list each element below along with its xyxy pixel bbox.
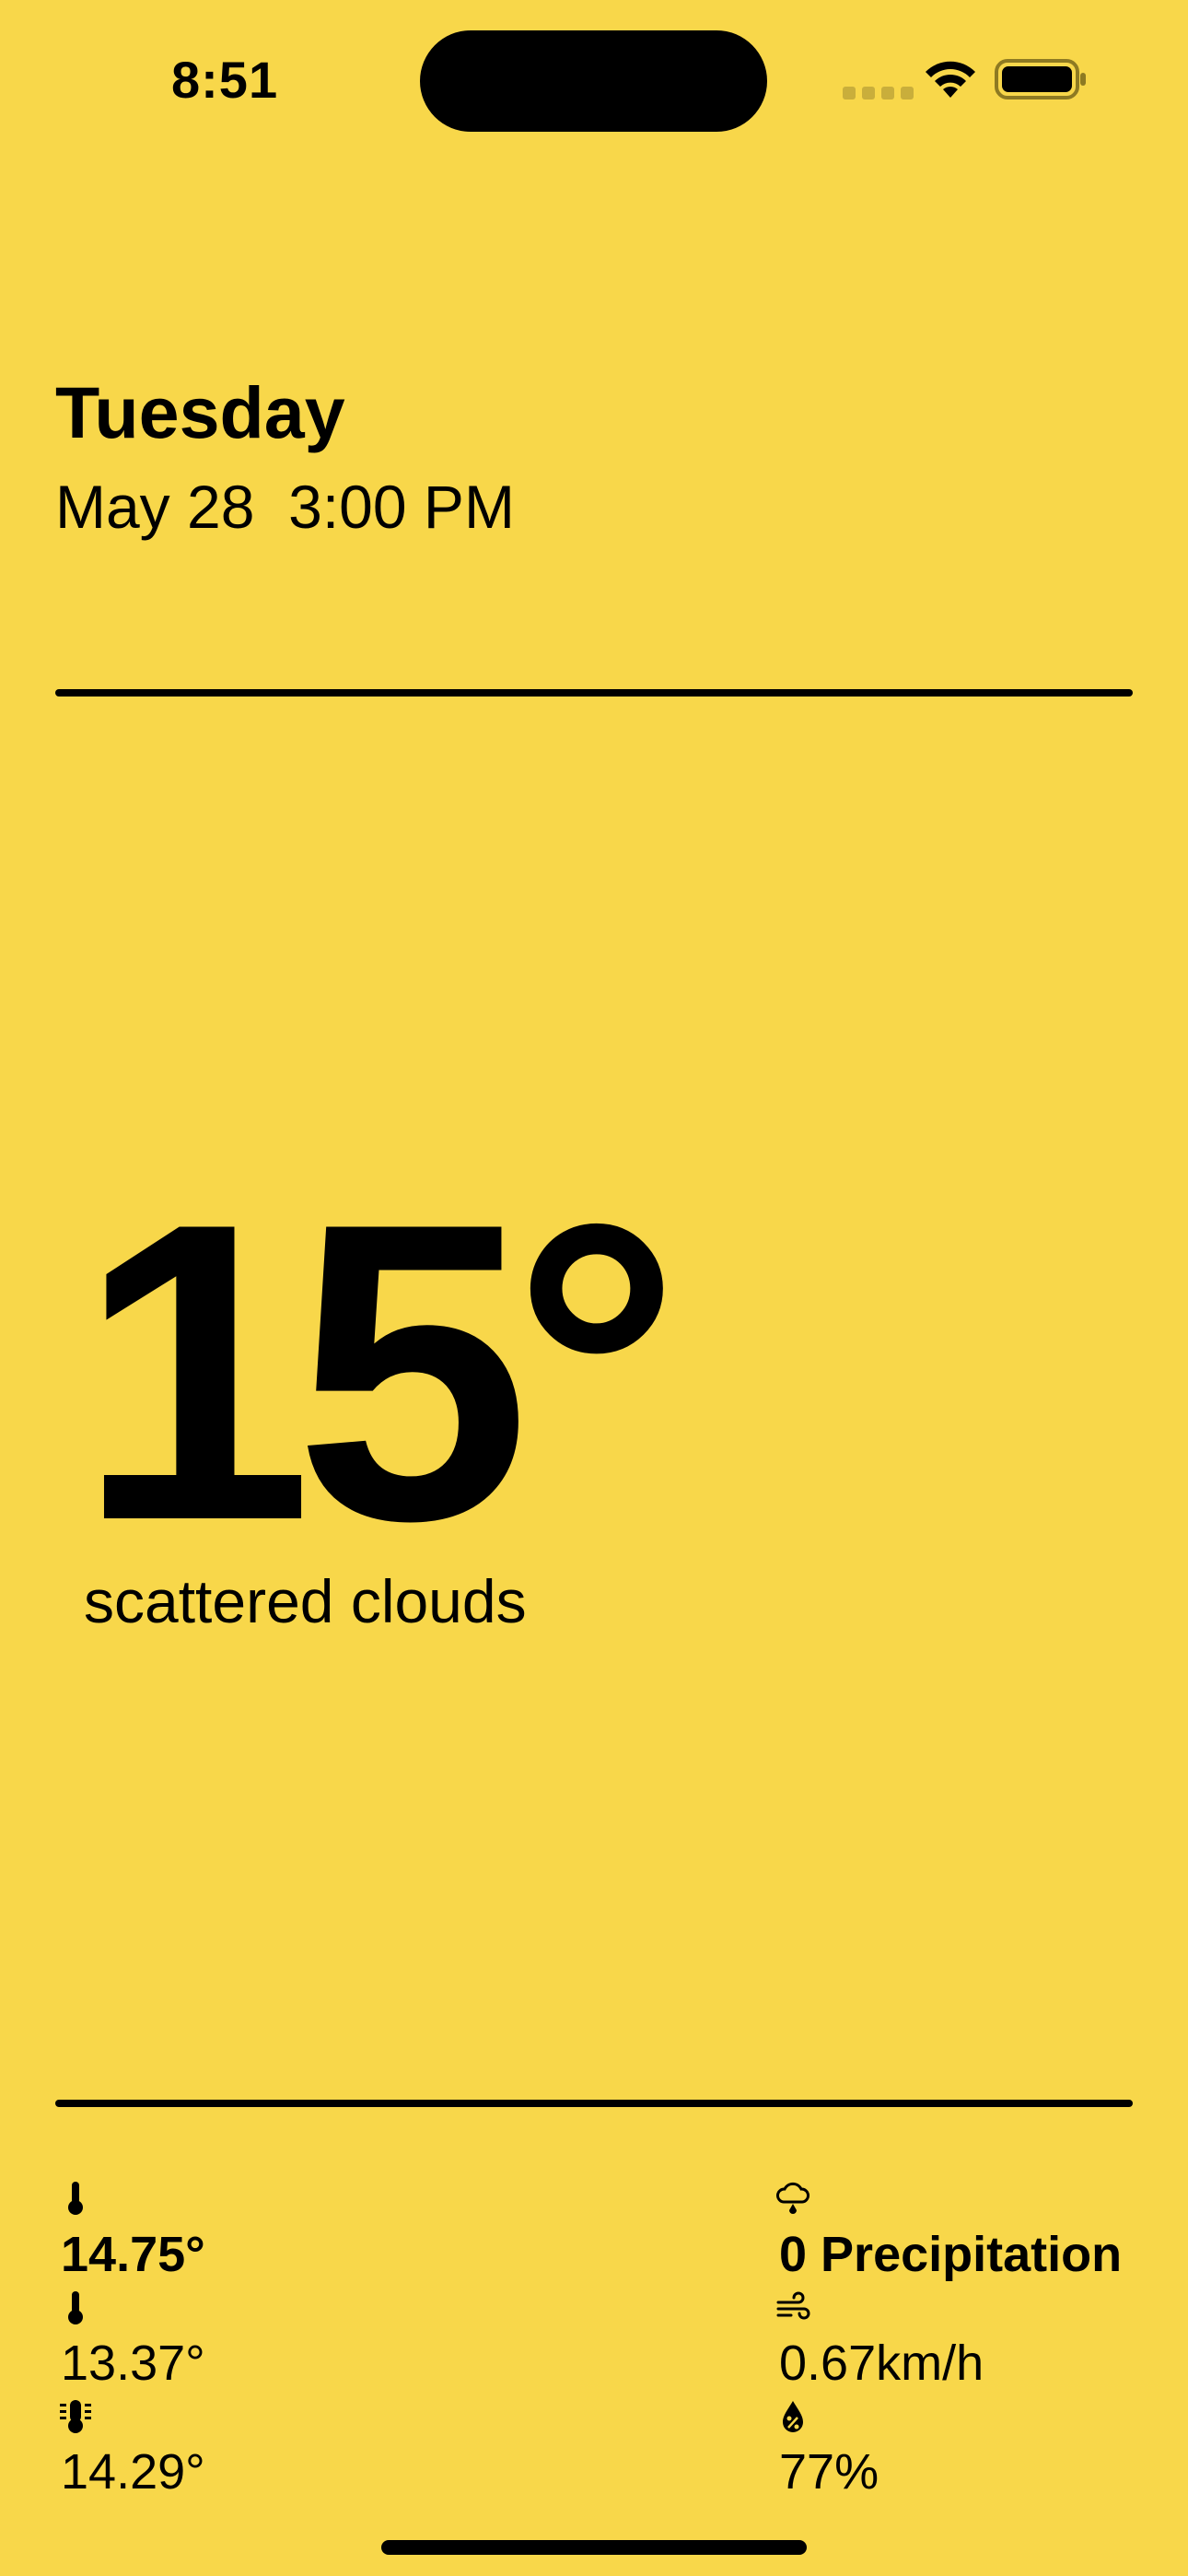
time-text: 3:00 PM [288,473,515,541]
temperature-min-value: 13.37° [61,2336,205,2391]
date-text: May 28 [55,473,255,541]
humidity-value: 77% [779,2444,879,2500]
weather-condition: scattered clouds [84,1567,527,1635]
cloud-rain-icon [776,2182,809,2214]
battery-icon [995,59,1086,100]
cellular-signal-icon [843,87,914,100]
status-time: 8:51 [171,51,279,109]
thermometer-feels-like-icon [60,2400,91,2433]
thermometer-low-icon [68,2291,83,2324]
weather-screen: 8:51 Tuesday May 28 3:00 PM 15° scattere… [0,0,1188,2576]
bottom-divider [55,2100,1133,2107]
date-time: May 28 3:00 PM [55,472,515,542]
precipitation-value: 0 Precipitation [779,2227,1123,2282]
temperature-value: 14.75° [61,2227,205,2282]
wind-icon [776,2291,810,2320]
wind-speed-value: 0.67km/h [779,2336,984,2391]
home-indicator[interactable] [381,2540,807,2555]
humidity-drop-icon [783,2401,803,2432]
day-title: Tuesday [55,371,345,453]
feels-like-value: 14.29° [61,2444,205,2500]
dynamic-island [420,30,767,132]
current-temperature: 15° [77,1136,681,1609]
top-divider [55,689,1133,697]
thermometer-icon [68,2182,83,2215]
wifi-icon [926,61,975,98]
